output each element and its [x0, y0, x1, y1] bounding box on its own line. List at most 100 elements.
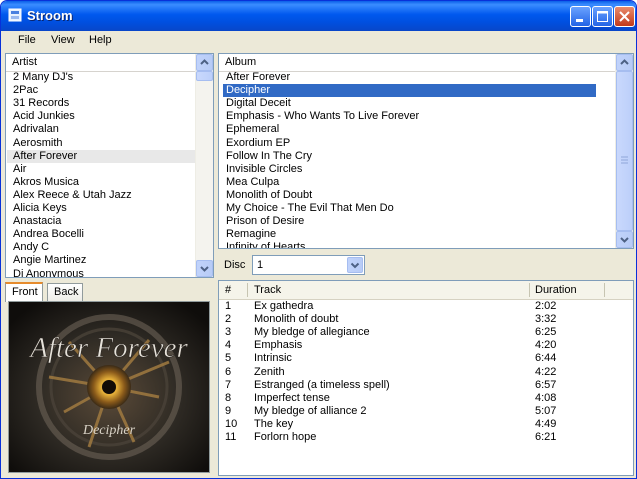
artist-item[interactable]: Andy C	[7, 241, 196, 254]
column-number[interactable]: #	[225, 284, 231, 296]
album-item[interactable]: Exordium EP	[223, 137, 616, 150]
table-row[interactable]: 8 Imperfect tense 4:08	[219, 392, 633, 405]
artist-item[interactable]: After Forever	[7, 149, 196, 163]
track-number: 9	[225, 404, 232, 417]
table-row[interactable]: 11 Forlorn hope 6:21	[219, 431, 633, 444]
artist-item[interactable]: Adrivalan	[7, 123, 196, 136]
artist-item[interactable]: 2Pac	[7, 84, 196, 97]
scroll-down-button[interactable]	[616, 231, 633, 248]
chevron-down-icon	[350, 262, 360, 269]
artist-scrollbar[interactable]	[195, 54, 213, 277]
album-item[interactable]: Monolith of Doubt	[223, 189, 616, 202]
artist-list[interactable]: Artist 2 Many DJ's 2Pac 31 Records Acid Jun…	[5, 53, 214, 278]
table-row[interactable]: 7 Estranged (a timeless spell) 6:57	[219, 379, 633, 392]
track-number: 5	[225, 352, 232, 365]
artist-item[interactable]: 31 Records	[7, 97, 196, 110]
table-row[interactable]: 1 Ex gathedra 2:02	[219, 300, 633, 313]
tab-front[interactable]: Front	[5, 282, 43, 302]
column-track[interactable]: Track	[254, 284, 281, 296]
track-title: Estranged (a timeless spell)	[254, 378, 390, 391]
track-title: Emphasis	[254, 339, 303, 352]
table-row[interactable]: 5 Intrinsic 6:44	[219, 352, 633, 365]
artist-item[interactable]: Aerosmith	[7, 137, 196, 150]
artist-item[interactable]: Alicia Keys	[7, 202, 196, 215]
album-list-header: Album	[219, 54, 633, 72]
album-item[interactable]: Digital Deceit	[223, 97, 616, 110]
minimize-button[interactable]	[570, 6, 591, 27]
window-title: Stroom	[27, 8, 73, 23]
title-bar[interactable]: Stroom	[1, 1, 636, 31]
artist-item[interactable]: Anastacia	[7, 215, 196, 228]
album-item[interactable]: Mea Culpa	[223, 176, 616, 189]
chevron-up-icon	[620, 59, 629, 65]
album-item[interactable]: Remagine	[223, 228, 616, 241]
cover-album-text: Decipher	[82, 423, 136, 438]
artist-list-header: Artist	[6, 54, 196, 72]
scroll-up-button[interactable]	[196, 54, 213, 71]
artist-item[interactable]: Dj Anonymous	[7, 268, 196, 278]
album-item[interactable]: Infinity of Hearts	[223, 241, 616, 248]
artist-item[interactable]: 2 Many DJ's	[7, 71, 196, 84]
album-item[interactable]: Invisible Circles	[223, 163, 616, 176]
artist-item[interactable]: Air	[7, 163, 196, 176]
track-title: Monolith of doubt	[254, 313, 339, 326]
track-number: 10	[225, 417, 238, 430]
track-duration: 4:08	[535, 391, 557, 404]
track-duration: 5:07	[535, 404, 557, 417]
artist-item[interactable]: Acid Junkies	[7, 110, 196, 123]
album-item[interactable]: Follow In The Cry	[223, 150, 616, 163]
table-row[interactable]: 6 Zenith 4:22	[219, 366, 633, 379]
scroll-thumb[interactable]	[616, 71, 633, 231]
album-item[interactable]: Decipher	[223, 84, 596, 98]
track-number: 11	[225, 431, 237, 443]
cover-band-text: After Forever	[28, 332, 188, 364]
disc-select[interactable]: 1	[252, 255, 365, 275]
disc-label: Disc	[224, 259, 246, 271]
menu-bar: File View Help	[1, 31, 636, 51]
table-row[interactable]: 3 My bledge of allegiance 6:25	[219, 326, 633, 339]
track-number: 3	[225, 326, 232, 339]
album-scrollbar[interactable]	[615, 54, 633, 248]
table-row[interactable]: 4 Emphasis 4:20	[219, 339, 633, 352]
menu-file[interactable]: File	[18, 34, 36, 46]
track-duration: 4:20	[535, 339, 557, 352]
menu-help[interactable]: Help	[89, 34, 112, 46]
track-number: 1	[225, 300, 232, 312]
track-title: Zenith	[254, 365, 285, 378]
table-row[interactable]: 2 Monolith of doubt 3:32	[219, 313, 633, 326]
track-title: Forlorn hope	[254, 431, 317, 443]
album-item[interactable]: After Forever	[223, 71, 616, 84]
artist-header-label: Artist	[12, 56, 38, 68]
menu-view[interactable]: View	[51, 34, 75, 46]
album-item[interactable]: Emphasis - Who Wants To Live Forever	[223, 110, 616, 123]
table-row[interactable]: 10 The key 4:49	[219, 418, 633, 431]
track-duration: 6:21	[535, 431, 557, 443]
album-item[interactable]: Prison of Desire	[223, 215, 616, 228]
artist-item[interactable]: Angie Martinez	[7, 254, 196, 267]
album-item[interactable]: My Choice - The Evil That Men Do	[223, 202, 616, 215]
app-icon	[8, 8, 22, 22]
track-title: My bledge of alliance 2	[254, 404, 367, 417]
disc-value: 1	[257, 259, 264, 271]
maximize-button[interactable]	[592, 6, 613, 27]
track-number: 8	[225, 391, 232, 404]
chevron-down-icon	[620, 237, 629, 243]
grip-icon	[621, 156, 628, 164]
track-table[interactable]: # Track Duration 1 Ex gathedra 2:02 2 Monoli…	[218, 280, 634, 476]
track-number: 4	[225, 339, 232, 352]
tab-back[interactable]: Back	[47, 283, 83, 302]
album-list[interactable]: Album After Forever Decipher Digital Decei…	[218, 53, 634, 249]
close-button[interactable]	[614, 6, 635, 27]
track-duration: 6:25	[535, 326, 557, 339]
artist-item[interactable]: Akros Musica	[7, 176, 196, 189]
disc-dropdown-button[interactable]	[347, 257, 363, 273]
close-icon	[619, 11, 630, 22]
artist-item[interactable]: Andrea Bocelli	[7, 228, 196, 241]
scroll-thumb[interactable]	[196, 71, 213, 81]
scroll-down-button[interactable]	[196, 260, 213, 277]
column-duration[interactable]: Duration	[535, 284, 577, 296]
scroll-up-button[interactable]	[616, 54, 633, 71]
album-item[interactable]: Ephemeral	[223, 123, 616, 136]
artist-item[interactable]: Alex Reece & Utah Jazz	[7, 189, 196, 202]
table-row[interactable]: 9 My bledge of alliance 2 5:07	[219, 405, 633, 418]
